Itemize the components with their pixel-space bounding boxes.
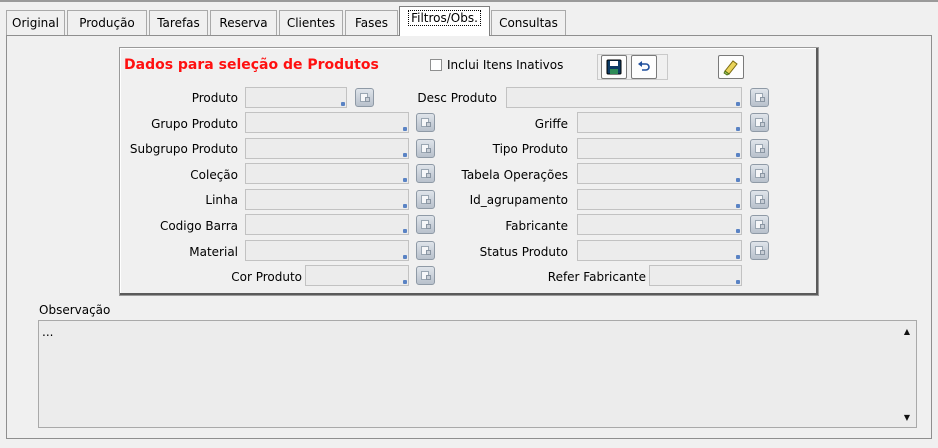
observacao-textarea[interactable]: ... ▲ ▼ bbox=[38, 320, 917, 428]
tab-consultas[interactable]: Consultas bbox=[491, 10, 566, 35]
subgrupo-produto-lookup-button[interactable] bbox=[416, 139, 435, 158]
tab-clientes[interactable]: Clientes bbox=[279, 10, 343, 35]
linha-label: Linha bbox=[205, 193, 238, 207]
tab-label: Original bbox=[12, 16, 59, 30]
tab-label: Fases bbox=[354, 16, 389, 30]
desc-produto-field[interactable] bbox=[506, 87, 742, 108]
tab-original[interactable]: Original bbox=[6, 10, 65, 35]
codigo-barra-label: Codigo Barra bbox=[159, 219, 238, 233]
grupo-produto-lookup-button[interactable] bbox=[416, 113, 435, 132]
griffe-field[interactable] bbox=[577, 112, 742, 133]
scroll-up-icon[interactable]: ▲ bbox=[900, 324, 914, 338]
scroll-down-icon[interactable]: ▼ bbox=[900, 410, 914, 424]
checkbox-box[interactable] bbox=[430, 59, 442, 71]
tabela-operacoes-lookup-button[interactable] bbox=[750, 164, 769, 183]
save-button[interactable] bbox=[601, 55, 627, 79]
tabela-operacoes-label: Tabela Operações bbox=[461, 168, 568, 182]
id-agrupamento-label: Id_agrupamento bbox=[469, 193, 568, 207]
desc-produto-label: Desc Produto bbox=[417, 91, 497, 105]
status-produto-label: Status Produto bbox=[479, 245, 568, 259]
top-border bbox=[0, 0, 938, 2]
eraser-icon bbox=[723, 60, 738, 76]
id-agrupamento-field[interactable] bbox=[577, 189, 742, 210]
status-produto-lookup-button[interactable] bbox=[750, 241, 769, 260]
linha-lookup-button[interactable] bbox=[416, 190, 435, 209]
tab-bar: Original Produção Tarefas Reserva Client… bbox=[6, 6, 932, 36]
cor-produto-field[interactable] bbox=[305, 265, 409, 286]
linha-field[interactable] bbox=[245, 189, 409, 210]
grupo-produto-label: Grupo Produto bbox=[151, 117, 238, 131]
grupo-produto-field[interactable] bbox=[245, 112, 409, 133]
desc-produto-lookup-button[interactable] bbox=[750, 88, 769, 107]
status-produto-field[interactable] bbox=[577, 240, 742, 261]
refer-fabricante-field[interactable] bbox=[649, 265, 742, 286]
observacao-text: ... bbox=[42, 325, 54, 339]
tab-tarefas[interactable]: Tarefas bbox=[149, 10, 208, 35]
tab-reserva[interactable]: Reserva bbox=[210, 10, 277, 35]
griffe-lookup-button[interactable] bbox=[750, 113, 769, 132]
material-label: Material bbox=[189, 245, 238, 259]
colecao-lookup-button[interactable] bbox=[416, 164, 435, 183]
tabela-operacoes-field[interactable] bbox=[577, 163, 742, 184]
checkbox-label: Inclui Itens Inativos bbox=[447, 58, 564, 72]
tipo-produto-lookup-button[interactable] bbox=[750, 139, 769, 158]
material-field[interactable] bbox=[245, 240, 409, 261]
clear-button[interactable] bbox=[718, 55, 744, 79]
undo-icon bbox=[638, 61, 650, 71]
cor-produto-label: Cor Produto bbox=[231, 270, 302, 284]
fabricante-field[interactable] bbox=[577, 214, 742, 235]
cor-produto-lookup-button[interactable] bbox=[416, 266, 435, 285]
codigo-barra-field[interactable] bbox=[245, 214, 409, 235]
colecao-field[interactable] bbox=[245, 163, 409, 184]
tab-fases[interactable]: Fases bbox=[345, 10, 398, 35]
produto-field[interactable] bbox=[245, 87, 347, 108]
tab-label: Tarefas bbox=[157, 16, 200, 30]
tab-label: Produção bbox=[79, 16, 135, 30]
id-agrupamento-lookup-button[interactable] bbox=[750, 190, 769, 209]
refer-fabricante-label: Refer Fabricante bbox=[547, 270, 646, 284]
tab-producao[interactable]: Produção bbox=[67, 10, 147, 35]
produto-lookup-button[interactable] bbox=[355, 88, 374, 107]
griffe-label: Griffe bbox=[534, 117, 568, 131]
colecao-label: Coleção bbox=[190, 168, 238, 182]
tipo-produto-field[interactable] bbox=[577, 138, 742, 159]
tipo-produto-label: Tipo Produto bbox=[492, 142, 568, 156]
subgrupo-produto-label: Subgrupo Produto bbox=[129, 142, 238, 156]
fabricante-lookup-button[interactable] bbox=[750, 215, 769, 234]
tab-filtros-obs[interactable]: Filtros/Obs. bbox=[399, 6, 490, 36]
material-lookup-button[interactable] bbox=[416, 241, 435, 260]
tab-label: Consultas bbox=[499, 16, 558, 30]
produto-label: Produto bbox=[191, 91, 238, 105]
tab-label: Reserva bbox=[219, 16, 268, 30]
save-icon bbox=[606, 59, 622, 75]
observacao-label: Observação bbox=[39, 303, 111, 317]
fabricante-label: Fabricante bbox=[505, 219, 568, 233]
tab-label: Filtros/Obs. bbox=[408, 10, 481, 26]
undo-button[interactable] bbox=[631, 55, 657, 79]
codigo-barra-lookup-button[interactable] bbox=[416, 215, 435, 234]
filter-title: Dados para seleção de Produtos bbox=[124, 57, 379, 73]
tab-label: Clientes bbox=[286, 16, 336, 30]
subgrupo-produto-field[interactable] bbox=[245, 138, 409, 159]
